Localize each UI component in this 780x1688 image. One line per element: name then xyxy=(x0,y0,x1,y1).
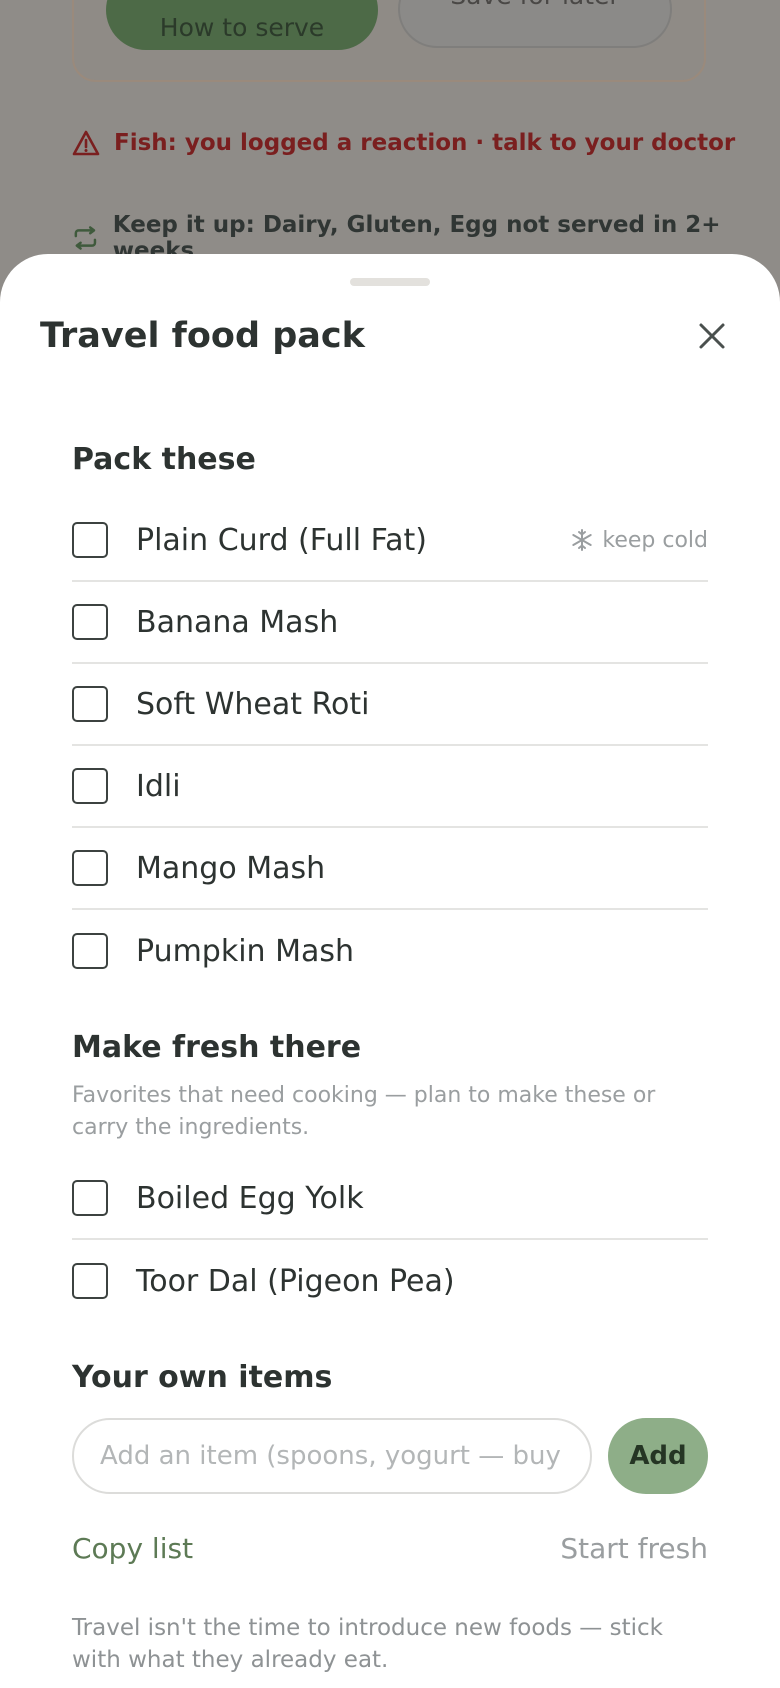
pack-item-checkbox[interactable] xyxy=(72,850,108,886)
pack-item[interactable]: Pumpkin Mash xyxy=(72,910,708,992)
save-for-later-button: Save for later xyxy=(398,0,672,48)
pack-item[interactable]: Plain Curd (Full Fat) keep cold xyxy=(72,500,708,582)
sheet-title: Travel food pack xyxy=(40,316,365,356)
snowflake-icon xyxy=(572,529,593,551)
pack-item[interactable]: Mango Mash xyxy=(72,828,708,910)
own-items-section-title: Your own items xyxy=(72,1360,333,1395)
pack-item[interactable]: Banana Mash xyxy=(72,582,708,664)
close-button[interactable] xyxy=(690,314,734,358)
pack-item-checkbox[interactable] xyxy=(72,686,108,722)
fresh-item[interactable]: Toor Dal (Pigeon Pea) xyxy=(72,1240,708,1322)
pack-item[interactable]: Soft Wheat Roti xyxy=(72,664,708,746)
pack-item-label: Idli xyxy=(136,768,181,804)
reaction-alert: Fish: you logged a reaction · talk to yo… xyxy=(72,130,735,156)
add-item-input[interactable] xyxy=(72,1418,592,1494)
pack-item-label: Plain Curd (Full Fat) xyxy=(136,522,427,558)
keep-cold-label: keep cold xyxy=(602,527,708,553)
how-to-serve-button: How to serve xyxy=(106,0,378,50)
drag-handle[interactable] xyxy=(350,278,430,286)
fresh-section-title: Make fresh there xyxy=(72,1030,362,1065)
copy-list-button[interactable]: Copy list xyxy=(72,1532,193,1565)
pack-item-label: Mango Mash xyxy=(136,850,326,886)
pack-item-checkbox[interactable] xyxy=(72,604,108,640)
travel-tip: Travel isn't the time to introduce new f… xyxy=(72,1615,663,1673)
fresh-item-label: Boiled Egg Yolk xyxy=(136,1180,364,1216)
pack-section-title: Pack these xyxy=(72,442,256,477)
fresh-item[interactable]: Boiled Egg Yolk xyxy=(72,1158,708,1240)
fresh-item-label: Toor Dal (Pigeon Pea) xyxy=(136,1263,455,1299)
fresh-item-checkbox[interactable] xyxy=(72,1180,108,1216)
add-item-row: Add xyxy=(72,1418,708,1494)
keep-cold-tag: keep cold xyxy=(570,528,708,553)
fresh-item-checkbox[interactable] xyxy=(72,1263,108,1299)
pack-item-label: Pumpkin Mash xyxy=(136,933,355,969)
pack-item[interactable]: Idli xyxy=(72,746,708,828)
repeat-icon xyxy=(74,226,97,250)
pack-item-label: Soft Wheat Roti xyxy=(136,686,370,722)
travel-food-pack-sheet: Travel food pack Pack these Plain Curd (… xyxy=(0,254,780,1688)
add-item-button[interactable]: Add xyxy=(608,1418,708,1494)
warning-triangle-icon xyxy=(72,130,100,156)
pack-item-checkbox[interactable] xyxy=(72,768,108,804)
alert-text: Fish: you logged a reaction · talk to yo… xyxy=(114,130,736,156)
pack-item-checkbox[interactable] xyxy=(72,522,108,558)
pack-item-checkbox[interactable] xyxy=(72,933,108,969)
start-fresh-button[interactable]: Start fresh xyxy=(560,1532,708,1565)
close-icon xyxy=(699,323,725,349)
fresh-section-subtitle: Favorites that need cooking — plan to ma… xyxy=(72,1083,656,1140)
pack-item-label: Banana Mash xyxy=(136,604,339,640)
